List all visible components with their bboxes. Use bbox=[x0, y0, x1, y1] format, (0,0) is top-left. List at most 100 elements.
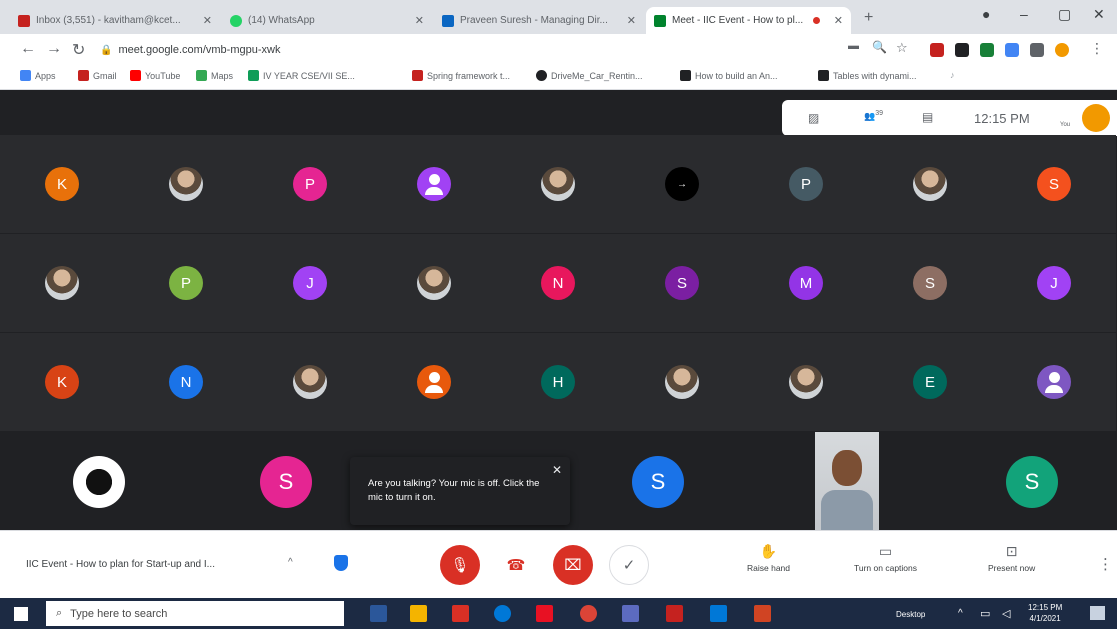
tray-chevron-icon[interactable]: ^ bbox=[958, 608, 963, 619]
network-icon[interactable]: ▭ bbox=[980, 607, 990, 620]
participant-tile[interactable]: N bbox=[124, 333, 248, 431]
participant-tile[interactable]: S bbox=[620, 234, 744, 332]
extension-icon[interactable] bbox=[1005, 43, 1019, 57]
close-tab-icon[interactable]: ✕ bbox=[415, 14, 424, 27]
volume-icon[interactable]: ◁ bbox=[1002, 607, 1010, 620]
app-icon[interactable] bbox=[622, 605, 639, 622]
chat-icon[interactable]: ▤ bbox=[922, 110, 933, 124]
extension-icon[interactable] bbox=[930, 43, 944, 57]
participant-tile[interactable]: S bbox=[868, 234, 992, 332]
menu-kebab-icon[interactable]: ⋮ bbox=[1090, 40, 1104, 57]
new-tab-button[interactable]: + bbox=[864, 9, 873, 27]
extension-icon[interactable] bbox=[955, 43, 969, 57]
bookmark-gmail[interactable]: Gmail bbox=[78, 70, 117, 81]
app-icon[interactable] bbox=[666, 605, 683, 622]
participant-tile[interactable] bbox=[0, 234, 124, 332]
extension-check-icon[interactable] bbox=[980, 43, 994, 57]
windows-start-icon[interactable] bbox=[14, 607, 28, 621]
profile-avatar-icon[interactable] bbox=[1055, 43, 1069, 57]
powerpoint-icon[interactable] bbox=[754, 605, 771, 622]
participant-tile[interactable]: M bbox=[744, 234, 868, 332]
mic-toggle-button[interactable]: 🎙 bbox=[440, 545, 480, 585]
chevron-up-icon[interactable]: ^ bbox=[288, 557, 293, 568]
office-icon[interactable] bbox=[452, 605, 469, 622]
tab-gmail[interactable]: Inbox (3,551) - kavitham@kcet... ✕ bbox=[10, 7, 220, 34]
bookmark-maps[interactable]: Maps bbox=[196, 70, 233, 81]
maximize-button[interactable]: ▢ bbox=[1058, 6, 1071, 23]
mail-icon[interactable] bbox=[710, 605, 727, 622]
tab-meet[interactable]: Meet - IIC Event - How to pl... ✕ bbox=[646, 7, 851, 34]
participant-tile[interactable]: P bbox=[248, 135, 372, 233]
participant-tile[interactable] bbox=[620, 333, 744, 431]
participant-tile[interactable] bbox=[992, 333, 1116, 431]
participant-tile[interactable]: E bbox=[868, 333, 992, 431]
participant-avatar[interactable]: S bbox=[632, 456, 684, 508]
extensions-puzzle-icon[interactable] bbox=[1030, 43, 1044, 57]
participant-tile[interactable] bbox=[496, 135, 620, 233]
participant-tile[interactable]: P bbox=[744, 135, 868, 233]
participant-tile[interactable] bbox=[868, 135, 992, 233]
more-options-icon[interactable]: ⋮ bbox=[1098, 555, 1113, 573]
tab-whatsapp[interactable]: (14) WhatsApp ✕ bbox=[222, 7, 432, 34]
close-tab-icon[interactable]: ✕ bbox=[627, 14, 636, 27]
bookmark-youtube[interactable]: YouTube bbox=[130, 70, 180, 81]
participant-tile[interactable]: S bbox=[992, 135, 1116, 233]
participant-tile[interactable]: J bbox=[992, 234, 1116, 332]
participant-tile[interactable] bbox=[744, 333, 868, 431]
participant-tile[interactable]: P bbox=[124, 234, 248, 332]
back-icon[interactable]: ← bbox=[20, 40, 36, 58]
chrome-icon[interactable] bbox=[580, 605, 597, 622]
shield-icon[interactable] bbox=[334, 555, 348, 571]
participant-tile[interactable] bbox=[372, 333, 496, 431]
participant-tile[interactable]: J bbox=[248, 234, 372, 332]
desktop-label[interactable]: Desktop bbox=[896, 610, 925, 619]
tab-linkedin[interactable]: Praveen Suresh - Managing Dir... ✕ bbox=[434, 7, 644, 34]
participant-tile[interactable] bbox=[372, 135, 496, 233]
participant-tile[interactable] bbox=[248, 333, 372, 431]
meeting-title[interactable]: IIC Event - How to plan for Start-up and… bbox=[26, 559, 215, 570]
participant-tile[interactable]: H bbox=[496, 333, 620, 431]
zoom-icon[interactable]: 🔍 bbox=[872, 40, 887, 54]
notification-icon[interactable] bbox=[1090, 606, 1105, 620]
camera-toggle-button[interactable]: ⌧ bbox=[553, 545, 593, 585]
minimize-button[interactable]: – bbox=[1020, 6, 1028, 22]
profile-dot-icon[interactable]: ● bbox=[982, 6, 990, 22]
participant-tile[interactable]: K bbox=[0, 135, 124, 233]
reload-icon[interactable]: ↻ bbox=[72, 40, 85, 60]
check-extension-button[interactable]: ✓ bbox=[609, 545, 649, 585]
close-tab-icon[interactable]: ✕ bbox=[203, 14, 212, 27]
close-icon[interactable]: ✕ bbox=[552, 463, 562, 477]
participant-avatar[interactable]: S bbox=[1006, 456, 1058, 508]
bookmark-star-icon[interactable]: ☆ bbox=[896, 40, 908, 56]
raise-hand-button[interactable]: ✋ Raise hand bbox=[747, 543, 790, 573]
participant-tile[interactable] bbox=[124, 135, 248, 233]
taskbar-clock[interactable]: 12:15 PM 4/1/2021 bbox=[1028, 602, 1062, 624]
taskview-icon[interactable] bbox=[370, 605, 387, 622]
file-explorer-icon[interactable] bbox=[410, 605, 427, 622]
participants-icon[interactable]: 👥39 bbox=[864, 110, 883, 122]
self-avatar[interactable] bbox=[1082, 104, 1110, 132]
app-icon[interactable] bbox=[536, 605, 553, 622]
close-window-button[interactable]: ✕ bbox=[1093, 6, 1105, 23]
bookmark-tables[interactable]: Tables with dynami... bbox=[818, 70, 917, 81]
camera-in-use-icon[interactable]: ▬ bbox=[848, 40, 859, 52]
captions-button[interactable]: ▭ Turn on captions bbox=[854, 543, 917, 573]
url-field[interactable]: 🔒 meet.google.com/vmb-mgpu-xwk bbox=[100, 37, 830, 63]
leave-call-button[interactable]: ☎ bbox=[496, 545, 536, 585]
bookmark-apps[interactable]: Apps bbox=[20, 70, 56, 81]
bookmark-github[interactable]: DriveMe_Car_Rentin... bbox=[536, 70, 643, 81]
bookmark-classroom[interactable]: IV YEAR CSE/VII SE... bbox=[248, 70, 355, 81]
forward-icon[interactable]: → bbox=[46, 40, 62, 58]
participant-tile[interactable] bbox=[372, 234, 496, 332]
bookmark-spring[interactable]: Spring framework t... bbox=[412, 70, 510, 81]
participant-tile[interactable]: → bbox=[620, 135, 744, 233]
bookmark-more-icon[interactable]: ♪ bbox=[950, 70, 955, 80]
bookmark-howto[interactable]: How to build an An... bbox=[680, 70, 778, 81]
participant-avatar[interactable]: S bbox=[260, 456, 312, 508]
participant-tile[interactable]: N bbox=[496, 234, 620, 332]
participant-avatar[interactable] bbox=[73, 456, 125, 508]
close-tab-icon[interactable]: ✕ bbox=[834, 14, 843, 27]
present-now-button[interactable]: ⊡ Present now bbox=[988, 543, 1035, 573]
edge-icon[interactable] bbox=[494, 605, 511, 622]
participant-tile[interactable]: K bbox=[0, 333, 124, 431]
